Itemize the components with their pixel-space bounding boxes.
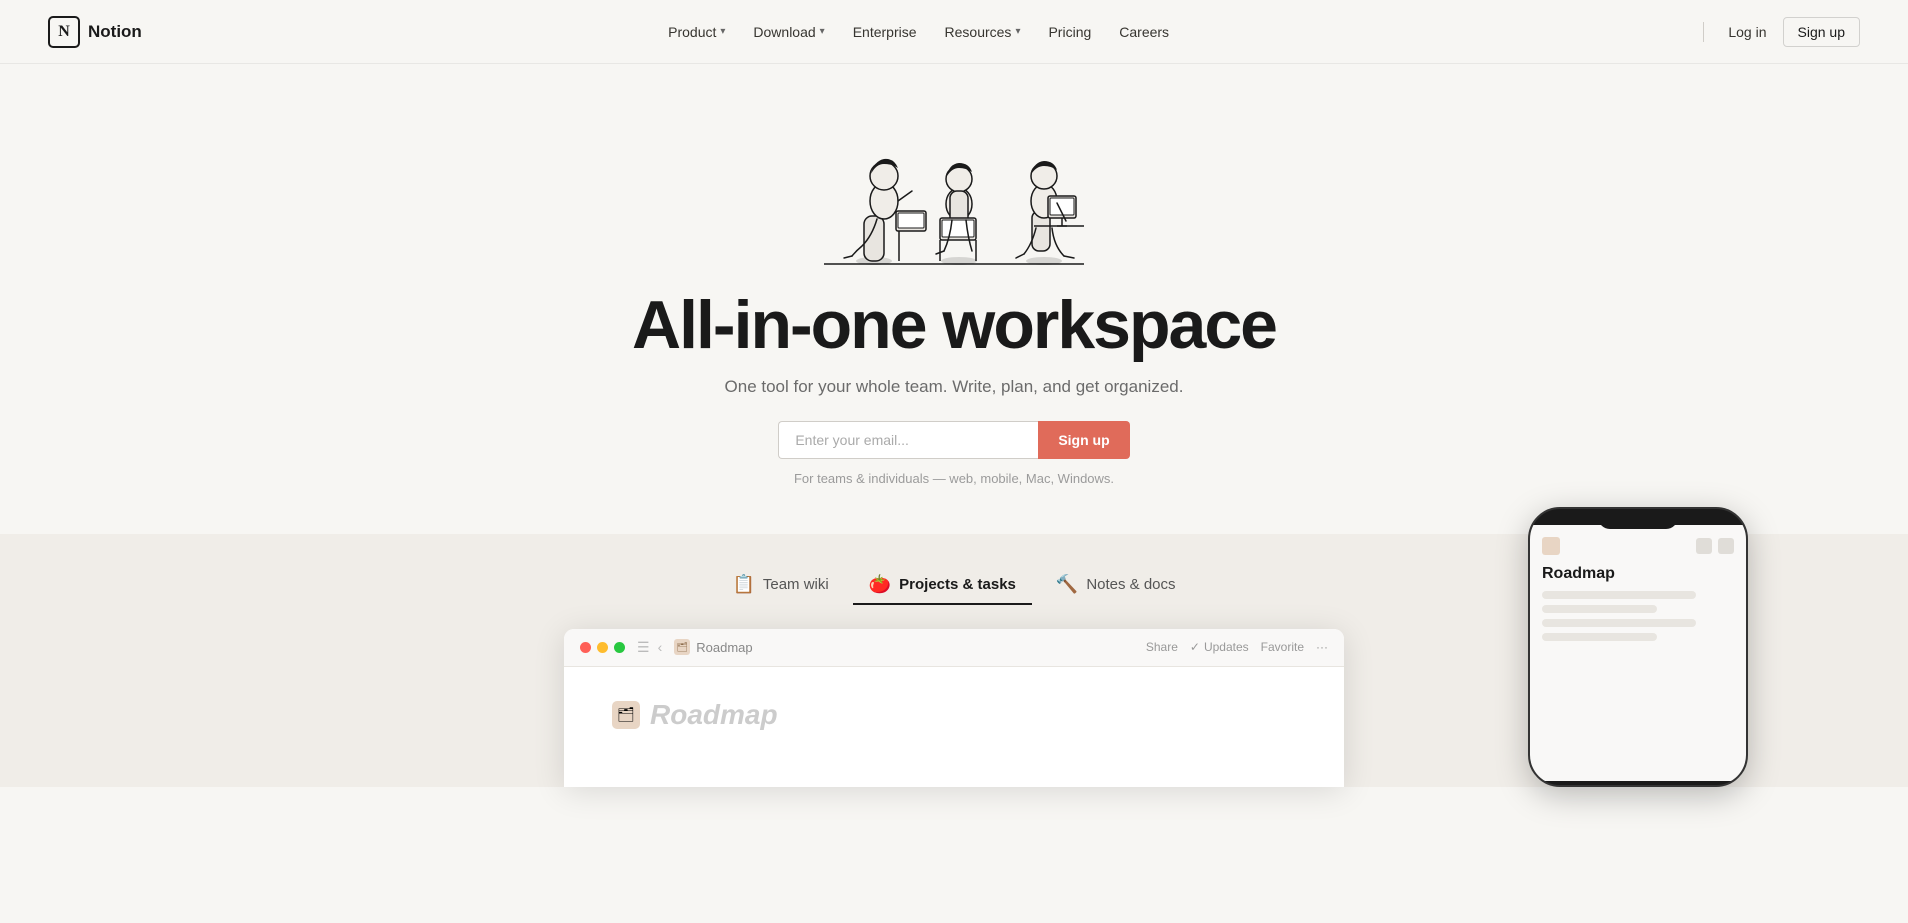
nav-back-icon[interactable]: ‹ [658,639,663,656]
demo-area: ☰ ‹ 🗂 Roadmap Share ✓ Updates [0,629,1908,787]
phone-notch [1598,509,1678,529]
nav-enterprise[interactable]: Enterprise [841,18,929,46]
tab-notes-docs[interactable]: 🔨 Notes & docs [1040,566,1192,605]
feature-tabs-section: 📋 Team wiki 🍅 Projects & tasks 🔨 Notes &… [0,534,1908,787]
page-title-area: 🗂 Roadmap [612,699,1296,731]
notes-docs-icon: 🔨 [1056,574,1078,595]
chevron-down-icon: ▾ [720,26,725,37]
phone-header-icon-2 [1718,538,1734,554]
mobile-phone-mockup: Roadmap [1528,507,1748,787]
phone-content-row [1542,633,1657,641]
hero-title: All-in-one workspace [632,288,1276,363]
page-icon: 🗂 [674,639,690,655]
breadcrumb-page-label: Roadmap [696,640,752,655]
phone-content-row [1542,605,1657,613]
phone-header-actions [1696,538,1734,554]
nav-resources[interactable]: Resources ▾ [933,18,1033,46]
window-body: 🗂 Roadmap [564,667,1344,787]
hero-section: All-in-one workspace One tool for your w… [0,64,1908,534]
notion-logo-icon: N [48,16,80,48]
tab-projects-tasks[interactable]: 🍅 Projects & tasks [853,566,1032,605]
window-actions: Share ✓ Updates Favorite ··· [1146,640,1328,654]
hero-signup-button[interactable]: Sign up [1038,421,1129,459]
favorite-action[interactable]: Favorite [1261,640,1304,654]
signup-nav-button[interactable]: Sign up [1783,17,1860,47]
window-breadcrumb: 🗂 Roadmap [674,639,752,655]
nav-links: Product ▾ Download ▾ Enterprise Resource… [656,18,1181,46]
nav-careers[interactable]: Careers [1107,18,1181,46]
page-title-icon: 🗂 [612,701,640,729]
nav-product-label: Product [668,24,716,40]
phone-screen: Roadmap [1530,525,1746,781]
hero-illustration [744,96,1164,276]
phone-header [1542,537,1734,555]
hero-note: For teams & individuals — web, mobile, M… [794,471,1114,486]
logo-text: Notion [88,22,142,42]
nav-resources-label: Resources [945,24,1012,40]
nav-pricing-label: Pricing [1048,24,1091,40]
navbar: N Notion Product ▾ Download ▾ Enterprise… [0,0,1908,64]
phone-content-row [1542,591,1696,599]
team-wiki-icon: 📋 [732,574,754,595]
nav-auth: Log in Sign up [1695,17,1860,47]
more-actions[interactable]: ··· [1316,640,1328,654]
nav-pricing[interactable]: Pricing [1036,18,1103,46]
updates-action[interactable]: ✓ Updates [1190,640,1249,654]
window-titlebar: ☰ ‹ 🗂 Roadmap Share ✓ Updates [564,629,1344,667]
phone-content-row [1542,619,1696,627]
demo-window: ☰ ‹ 🗂 Roadmap Share ✓ Updates [564,629,1344,787]
phone-page-title: Roadmap [1542,565,1734,583]
window-controls: ☰ ‹ 🗂 Roadmap [580,639,753,656]
nav-list-icon[interactable]: ☰ [637,639,650,656]
nav-product[interactable]: Product ▾ [656,18,737,46]
share-action[interactable]: Share [1146,640,1178,654]
phone-header-icon-1 [1696,538,1712,554]
page-title: Roadmap [650,699,778,731]
tab-team-wiki[interactable]: 📋 Team wiki [716,566,844,605]
email-input[interactable] [778,421,1038,459]
chevron-down-icon: ▾ [820,26,825,37]
login-button[interactable]: Log in [1716,18,1778,46]
nav-divider [1703,22,1704,42]
close-button-dot[interactable] [580,642,591,653]
tab-team-wiki-label: Team wiki [763,576,829,593]
nav-enterprise-label: Enterprise [853,24,917,40]
nav-download-label: Download [753,24,815,40]
checkmark-icon: ✓ [1190,640,1200,654]
hero-cta-form: Sign up [778,421,1129,459]
window-nav-icons: ☰ ‹ [637,639,662,656]
fullscreen-button-dot[interactable] [614,642,625,653]
minimize-button-dot[interactable] [597,642,608,653]
tab-notes-docs-label: Notes & docs [1086,576,1175,593]
nav-careers-label: Careers [1119,24,1169,40]
phone-page-icon [1542,537,1560,555]
nav-download[interactable]: Download ▾ [741,18,836,46]
tab-projects-tasks-label: Projects & tasks [899,576,1016,593]
chevron-down-icon: ▾ [1015,26,1020,37]
traffic-lights [580,642,625,653]
logo-link[interactable]: N Notion [48,16,142,48]
projects-tasks-icon: 🍅 [869,574,891,595]
hero-subtitle: One tool for your whole team. Write, pla… [725,377,1184,397]
